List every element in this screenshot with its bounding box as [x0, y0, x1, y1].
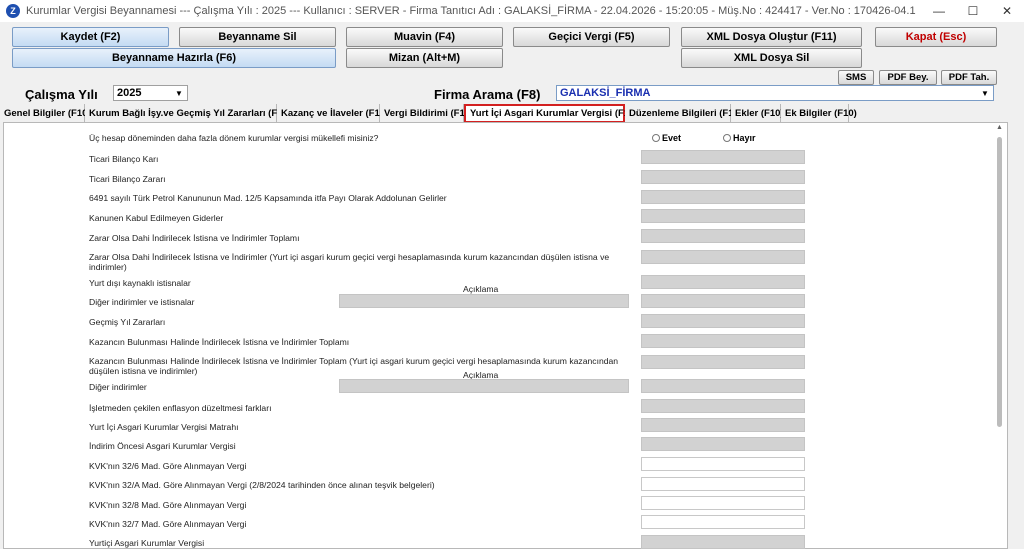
input-field[interactable] — [641, 457, 805, 471]
row-label: Kanunen Kabul Edilmeyen Giderler — [89, 213, 224, 223]
description-field — [339, 294, 629, 308]
pdf-declaration-button[interactable]: PDF Bey. — [879, 70, 937, 85]
row-label: Zarar Olsa Dahi İndirilecek İstisna ve İ… — [89, 233, 300, 243]
vertical-scrollbar[interactable]: ▲ — [993, 123, 1007, 548]
delete-declaration-button[interactable]: Beyanname Sil — [179, 27, 336, 47]
amount-field — [641, 209, 805, 223]
radio-evet-label: Evet — [662, 133, 682, 143]
firm-search-select[interactable]: GALAKSİ_FİRMA ▼ — [556, 85, 994, 101]
amount-field — [641, 250, 805, 264]
description-field — [339, 379, 629, 393]
amount-field — [641, 399, 805, 413]
amount-field — [641, 418, 805, 432]
amount-field — [641, 355, 805, 369]
row-label: KVK'nın 32/6 Mad. Göre Alınmayan Vergi — [89, 461, 247, 471]
amount-field — [641, 275, 805, 289]
save-button[interactable]: Kaydet (F2) — [12, 27, 169, 47]
prepare-declaration-button[interactable]: Beyanname Hazırla (F6) — [12, 48, 336, 68]
input-field[interactable] — [641, 496, 805, 510]
radio-hayir[interactable]: Hayır — [723, 133, 756, 143]
scroll-up-icon[interactable]: ▲ — [996, 124, 1003, 131]
amount-field — [641, 150, 805, 164]
close-icon[interactable]: ✕ — [990, 0, 1024, 22]
firm-value: GALAKSİ_FİRMA — [560, 87, 651, 99]
row-label: Yurt dışı kaynaklı istisnalar — [89, 278, 191, 288]
create-xml-button[interactable]: XML Dosya Oluştur (F11) — [681, 27, 862, 47]
tab-tax-notification[interactable]: Vergi Bildirimi (F10) — [380, 104, 473, 122]
row-label: KVK'nın 32/A Mad. Göre Alınmayan Vergi (… — [89, 480, 435, 490]
tab-earnings-additions[interactable]: Kazanç ve İlaveler (F10) — [277, 104, 388, 122]
window-controls: — ☐ ✕ — [922, 0, 1024, 22]
working-year-value: 2025 — [117, 87, 142, 99]
radio-evet[interactable]: Evet — [652, 133, 681, 143]
maximize-icon[interactable]: ☐ — [956, 0, 990, 22]
muavin-button[interactable]: Muavin (F4) — [346, 27, 503, 47]
pdf-accrual-button[interactable]: PDF Tah. — [941, 70, 997, 85]
tab-domestic-minimum-corporate-tax[interactable]: Yurt İçi Asgari Kurumlar Vergisi (F10) — [464, 104, 638, 123]
tab-attachments[interactable]: Ekler (F10) — [731, 104, 784, 122]
app-logo-icon: Z — [6, 4, 20, 18]
scrollbar-thumb[interactable] — [997, 137, 1002, 427]
amount-field — [641, 535, 805, 549]
chevron-down-icon: ▼ — [175, 88, 183, 98]
mizan-button[interactable]: Mizan (Alt+M) — [346, 48, 503, 68]
row-label: KVK'nın 32/7 Mad. Göre Alınmayan Vergi — [89, 519, 247, 529]
row-label: Ticari Bilanço Karı — [89, 154, 159, 164]
working-year-label: Çalışma Yılı — [25, 87, 98, 102]
row-label: Yurt İçi Asgari Kurumlar Vergisi Matrahı — [89, 422, 239, 432]
tab-arrangement-info[interactable]: Düzenleme Bilgileri (F10) — [625, 104, 742, 122]
title-bar: Z Kurumlar Vergisi Beyannamesi --- Çalış… — [0, 0, 1024, 22]
tab-additional-info[interactable]: Ek Bilgiler (F10) — [781, 104, 857, 122]
row-label: Geçmiş Yıl Zararları — [89, 317, 166, 327]
radio-icon — [723, 134, 731, 142]
amount-field — [641, 334, 805, 348]
row-label: Ticari Bilanço Zararı — [89, 174, 166, 184]
chevron-down-icon: ▼ — [981, 88, 989, 98]
amount-field — [641, 294, 805, 308]
amount-field — [641, 229, 805, 243]
provisional-tax-button[interactable]: Geçici Vergi (F5) — [513, 27, 670, 47]
amount-field — [641, 190, 805, 204]
delete-xml-button[interactable]: XML Dosya Sil — [681, 48, 862, 68]
row-label: Kazancın Bulunması Halinde İndirilecek İ… — [89, 356, 619, 376]
amount-field — [641, 379, 805, 393]
amount-field — [641, 437, 805, 451]
window-title: Kurumlar Vergisi Beyannamesi --- Çalışma… — [26, 5, 916, 17]
tab-general-info[interactable]: Genel Bilgiler (F10) — [0, 104, 91, 122]
row-label: İndirim Öncesi Asgari Kurumlar Vergisi — [89, 441, 236, 451]
row-label: İşletmeden çekilen enflasyon düzeltmesi … — [89, 403, 272, 413]
form-panel: Üç hesap döneminden daha fazla dönem kur… — [3, 122, 1008, 549]
amount-field — [641, 170, 805, 184]
radio-hayir-label: Hayır — [733, 133, 756, 143]
input-field[interactable] — [641, 477, 805, 491]
close-button[interactable]: Kapat (Esc) — [875, 27, 997, 47]
radio-icon — [652, 134, 660, 142]
row-label: KVK'nın 32/8 Mad. Göre Alınmayan Vergi — [89, 500, 247, 510]
minimize-icon[interactable]: — — [922, 0, 956, 22]
description-label: Açıklama — [463, 284, 499, 294]
question-label: Üç hesap döneminden daha fazla dönem kur… — [89, 133, 379, 143]
row-label: Yurtiçi Asgari Kurumlar Vergisi — [89, 538, 205, 548]
amount-field — [641, 314, 805, 328]
input-field[interactable] — [641, 515, 805, 529]
sms-button[interactable]: SMS — [838, 70, 874, 85]
row-label: Kazancın Bulunması Halinde İndirilecek İ… — [89, 337, 350, 347]
tab-bar: Genel Bilgiler (F10) Kurum Bağlı İşy.ve … — [0, 104, 857, 123]
working-year-select[interactable]: 2025 ▼ — [113, 85, 188, 101]
row-label: 6491 sayılı Türk Petrol Kanununun Mad. 1… — [89, 193, 447, 203]
firm-search-label: Firma Arama (F8) — [434, 87, 541, 102]
row-label: Zarar Olsa Dahi İndirilecek İstisna ve İ… — [89, 252, 610, 272]
tab-branches-past-losses[interactable]: Kurum Bağlı İşy.ve Geçmiş Yıl Zararları … — [85, 104, 291, 122]
